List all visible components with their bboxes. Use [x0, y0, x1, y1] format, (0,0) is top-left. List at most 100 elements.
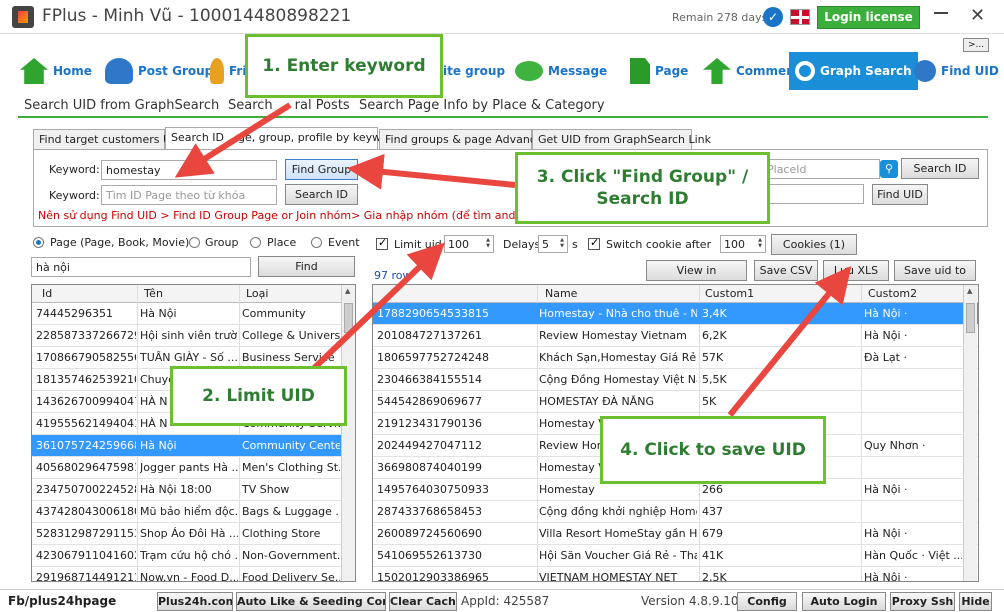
nav-graph-search[interactable]: Graph Search — [789, 52, 918, 90]
nav-find-uid[interactable]: Find UID — [914, 52, 999, 90]
callout-enter-keyword: 1. Enter keyword — [245, 34, 443, 98]
nav-page[interactable]: Page — [630, 52, 688, 90]
scroll-thumb[interactable] — [966, 303, 975, 333]
switch-cookie-checkbox[interactable] — [588, 236, 600, 250]
fb-page-link[interactable]: Fb/plus24hpage — [8, 594, 116, 608]
minimize-icon[interactable] — [934, 12, 948, 14]
limit-uid-stepper[interactable]: 100 — [444, 235, 494, 253]
tab-search-id-keyword[interactable]: Search ID ge, group, profile by keyword — [165, 127, 399, 149]
message-icon — [515, 61, 543, 81]
scroll-thumb[interactable] — [344, 303, 353, 333]
close-icon[interactable]: ✕ — [970, 5, 985, 26]
table-cell: 405680296475981 — [36, 461, 136, 474]
right-grid-scrollbar[interactable] — [963, 285, 977, 581]
tab-search-viral-posts[interactable]: Search ral Posts — [228, 98, 350, 113]
table-cell: Mũ bảo hiểm độc... — [140, 505, 238, 518]
tab-search-page-info[interactable]: Search Page Info by Place & Category — [359, 98, 605, 113]
uk-flag-icon[interactable] — [790, 9, 810, 25]
table-row[interactable]: 74445296351 Hà Nội Community — [32, 303, 355, 325]
radio-event[interactable] — [311, 237, 322, 248]
radio-page[interactable] — [33, 237, 44, 248]
tab-search-uid-graphsearch[interactable]: Search UID from GraphSearch — [24, 98, 219, 113]
table-cell: Homestay — [539, 483, 595, 496]
table-row[interactable]: 228587337266729 Hội sinh viên trườ... Coll… — [32, 325, 355, 347]
col-name-header[interactable]: Name — [545, 287, 577, 300]
nav-message[interactable]: Message — [515, 52, 607, 90]
table-row[interactable]: 437428043006180 Mũ bảo hiểm độc... Bags & … — [32, 501, 355, 523]
table-cell: Cộng Đồng Homestay Việt Nam — [539, 373, 697, 386]
table-row[interactable]: 234750700224528 Hà Nội 18:00 TV Show — [32, 479, 355, 501]
limit-uid-checkbox[interactable] — [376, 236, 388, 250]
table-row[interactable]: 287433768658453 Cộng đồng khởi nghiệp Hom… — [373, 501, 978, 523]
table-row[interactable]: 544542869069677 HOMESTAY ĐÀ NẴNG 5K — [373, 391, 978, 413]
save-uid-to-file-button[interactable]: Save uid to file — [894, 260, 976, 296]
table-row[interactable]: 230466384155514 Cộng Đồng Homestay Việt N… — [373, 369, 978, 391]
table-cell: 366980874040199 — [377, 461, 482, 474]
tab-find-target-customers[interactable]: Find target customers Uid — [33, 129, 181, 149]
col-custom1-header[interactable]: Custom1 — [705, 287, 754, 300]
find-uid-button[interactable]: Find UID — [872, 184, 928, 205]
nav-post-group[interactable]: Post Group — [105, 52, 213, 90]
tab-find-groups-advanced[interactable]: Find groups & page Advanced — [379, 129, 550, 149]
proxy-ssh-button[interactable]: Proxy Ssh — [890, 592, 955, 611]
table-row[interactable]: 1502012903386965 VIETNAM HOMESTAY NET 2,5K… — [373, 567, 978, 582]
place-query-input[interactable]: hà nội — [31, 257, 251, 277]
view-in-browser-button[interactable]: View in webbrower — [646, 260, 747, 296]
radio-group[interactable] — [189, 237, 200, 248]
radio-place[interactable] — [250, 237, 261, 248]
main-nav: Home Post Group Fri ite group Message Pa… — [0, 52, 1004, 90]
search-id-place-button[interactable]: Search ID — [901, 158, 979, 179]
table-cell: 2,5K — [702, 571, 727, 582]
placeid-input[interactable]: PlaceId — [762, 159, 880, 179]
login-license-button[interactable]: Login license — [817, 6, 920, 29]
more-button[interactable]: >... — [963, 38, 989, 52]
nav-invite-group[interactable]: ite group — [443, 52, 505, 90]
site-button[interactable]: Plus24h.com — [157, 592, 233, 611]
cookies-button[interactable]: Cookies (1) — [771, 234, 857, 255]
nav-comment[interactable]: Comment — [703, 52, 800, 90]
right-grid-header: Name Custom1 Custom2 — [373, 285, 978, 303]
table-cell: 1813574625392105 — [36, 373, 136, 386]
table-row[interactable]: 260089724560690 Villa Resort HomeStay gần… — [373, 523, 978, 545]
keyword-input[interactable]: homestay — [101, 160, 277, 180]
nav-home[interactable]: Home — [20, 52, 92, 90]
table-row[interactable]: 201084727137261 Review Homestay Vietnam 6,… — [373, 325, 978, 347]
window-title: FPlus - Minh Vũ - 100014480898221 — [42, 6, 352, 26]
col-type-header[interactable]: Loại — [246, 287, 268, 300]
save-csv-button[interactable]: Save CSV — [754, 260, 818, 281]
find-group-button[interactable]: Find Group — [285, 159, 358, 180]
tab-get-uid-graphsearch-link[interactable]: Get UID from GraphSearch Link — [532, 129, 711, 149]
table-cell: Homestay - Nhà cho thuê - Nh... — [539, 307, 697, 320]
hide-button[interactable]: Hide — [959, 592, 992, 611]
table-row[interactable]: 405680296475981 Jogger pants Hà ... Men's … — [32, 457, 355, 479]
table-row[interactable]: 361075724259668 Hà Nội Community Center — [32, 435, 355, 457]
clear-cache-button[interactable]: Clear Cache — [389, 592, 457, 611]
table-cell: 544542869069677 — [377, 395, 482, 408]
nav-friend[interactable]: Fri — [210, 52, 246, 90]
auto-login-button[interactable]: Auto Login — [802, 592, 886, 611]
delays-stepper[interactable]: 5 — [538, 235, 568, 253]
group-icon — [105, 58, 133, 84]
col-id-header[interactable]: Id — [42, 287, 52, 300]
uid-input[interactable] — [762, 184, 864, 204]
table-row[interactable]: 528312987291153 Shop Áo Đôi Hà ... Clothin… — [32, 523, 355, 545]
search-id-button[interactable]: Search ID — [285, 184, 358, 205]
auto-like-button[interactable]: Auto Like & Seeding Com... — [236, 592, 386, 611]
page-keyword-input[interactable]: Tìm ID Page theo từ khóa — [101, 185, 277, 205]
key-help-icon[interactable]: ✓ — [763, 7, 783, 27]
config-button[interactable]: Config — [737, 592, 797, 611]
table-row[interactable]: 291968714491211 Now.vn - Food D... Food De… — [32, 567, 355, 581]
find-button[interactable]: Find — [258, 256, 355, 277]
save-xls-button[interactable]: Lưu XLS — [823, 260, 889, 281]
table-row[interactable]: 541069552613730 Hội Săn Voucher Giá Rẻ - … — [373, 545, 978, 567]
col-name-header[interactable]: Tên — [144, 287, 163, 300]
table-row[interactable]: 423067911041602 Trạm cứu hộ chó ... Non-Go… — [32, 545, 355, 567]
table-cell: Khách Sạn,Homestay Giá Rẻ ... — [539, 351, 697, 364]
switch-cookie-stepper[interactable]: 100 — [720, 235, 766, 253]
table-row[interactable]: 1806597752724248 Khách Sạn,Homestay Giá R… — [373, 347, 978, 369]
left-grid-scrollbar[interactable] — [341, 285, 355, 581]
table-row[interactable]: 1788290654533815 Homestay - Nhà cho thuê … — [373, 303, 978, 325]
search-icon[interactable]: ⚲ — [880, 160, 898, 178]
table-cell: 266 — [702, 483, 723, 496]
col-custom2-header[interactable]: Custom2 — [868, 287, 917, 300]
